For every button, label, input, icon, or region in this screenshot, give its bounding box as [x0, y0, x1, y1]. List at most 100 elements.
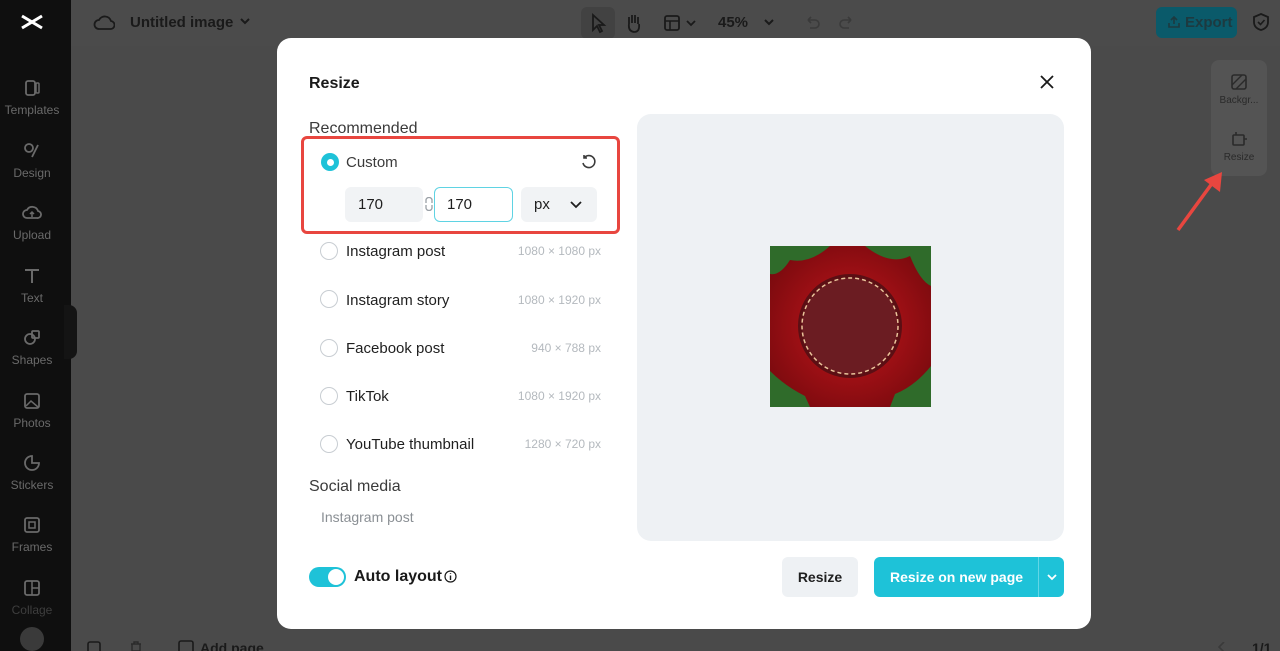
- app-logo-icon[interactable]: [18, 10, 46, 34]
- add-page-button[interactable]: Add page: [200, 640, 264, 651]
- preset-radio[interactable]: [320, 290, 338, 308]
- custom-radio[interactable]: [321, 153, 339, 171]
- auto-layout-label: Auto layout: [354, 568, 442, 585]
- layout-icon: [664, 15, 696, 31]
- preset-size: 1080 × 1920 px: [517, 293, 601, 307]
- cloud-save-icon[interactable]: [93, 12, 115, 34]
- prev-page-icon[interactable]: [1216, 642, 1228, 651]
- preset-size: 1280 × 720 px: [524, 437, 601, 451]
- preset-label[interactable]: TikTok: [346, 388, 389, 405]
- redo-icon[interactable]: [838, 13, 856, 31]
- sidebar-item-stickers[interactable]: Stickers: [0, 453, 64, 503]
- preset-radio[interactable]: [320, 242, 338, 260]
- collage-icon: [24, 580, 40, 596]
- dialog-title: Resize: [309, 75, 360, 92]
- resize-icon: [1232, 132, 1247, 146]
- right-tool-panel: Backgr... Resize: [1211, 60, 1267, 176]
- export-label: Export: [1185, 14, 1233, 31]
- sidebar-item-text[interactable]: Text: [0, 266, 64, 316]
- sidebar-item-label: Templates: [4, 103, 60, 117]
- preset-label[interactable]: Facebook post: [346, 340, 444, 357]
- height-input[interactable]: [434, 187, 513, 222]
- design-icon: [24, 143, 39, 158]
- resize-button[interactable]: Resize: [782, 557, 858, 597]
- page-count: 1/1: [1252, 640, 1272, 651]
- hand-tool-button[interactable]: [618, 7, 650, 39]
- frames-icon: [24, 517, 40, 533]
- photos-icon: [24, 393, 40, 409]
- resize-dialog: Resize Recommended Custom px Instagram p…: [277, 38, 1091, 629]
- text-icon: [25, 269, 39, 283]
- add-page-icon[interactable]: [178, 640, 194, 651]
- sidebar-item-label: Design: [13, 166, 51, 180]
- aspect-lock-icon[interactable]: [425, 197, 433, 211]
- close-icon[interactable]: [1037, 72, 1057, 92]
- preset-radio[interactable]: [320, 339, 338, 357]
- social-media-heading: Social media: [309, 478, 401, 495]
- layout-tool-button[interactable]: [658, 7, 700, 39]
- shapes-icon: [24, 330, 40, 345]
- preset-label[interactable]: Instagram post: [346, 243, 445, 260]
- upload-icon: [22, 205, 42, 219]
- preset-label[interactable]: Instagram story: [346, 292, 449, 309]
- sidebar-item-label: Photos: [13, 416, 51, 430]
- resize-label: Resize: [1223, 152, 1255, 163]
- info-icon[interactable]: [444, 570, 457, 583]
- preset-radio[interactable]: [320, 387, 338, 405]
- stickers-icon: [24, 455, 40, 471]
- background-icon: [1231, 74, 1247, 90]
- sidebar-item-label: Text: [20, 291, 43, 305]
- export-icon: [1168, 15, 1180, 28]
- sidebar-item-photos[interactable]: Photos: [0, 391, 64, 441]
- sidebar-item-label: Shapes: [11, 353, 53, 367]
- document-title[interactable]: Untitled image: [130, 14, 233, 31]
- sidebar-item-shapes[interactable]: Shapes: [0, 328, 64, 378]
- preset-radio[interactable]: [320, 435, 338, 453]
- export-button[interactable]: Export: [1156, 7, 1237, 38]
- sidebar-item-design[interactable]: Design: [0, 141, 64, 191]
- preset-size: 940 × 788 px: [531, 341, 601, 355]
- chevron-down-icon: [570, 201, 582, 209]
- preview-area: [637, 114, 1064, 541]
- trash-icon[interactable]: [128, 641, 144, 651]
- preset-size: 1080 × 1080 px: [517, 244, 601, 258]
- pages-icon[interactable]: [86, 641, 102, 651]
- sidebar-item-label: Frames: [11, 540, 53, 554]
- resize-options-dropdown[interactable]: [1038, 557, 1064, 597]
- auto-layout-toggle[interactable]: [309, 567, 346, 587]
- undo-icon[interactable]: [803, 13, 821, 31]
- sidebar-item-label: Upload: [12, 228, 52, 242]
- templates-icon: [25, 80, 40, 96]
- unit-value: px: [534, 196, 550, 213]
- annotation-arrow-icon: [1176, 172, 1222, 232]
- unit-select[interactable]: px: [521, 187, 597, 222]
- cursor-icon: [592, 12, 607, 34]
- sidebar-item-label: Collage: [11, 603, 53, 617]
- width-input[interactable]: [345, 187, 423, 222]
- sidebar-item-upload[interactable]: Upload: [0, 203, 64, 253]
- sidebar-item-collage[interactable]: Collage: [0, 578, 64, 628]
- chevron-down-icon[interactable]: [238, 14, 252, 28]
- design-thumbnail: [770, 246, 931, 407]
- resize-panel-button[interactable]: Resize: [1211, 130, 1267, 163]
- resize-new-page-button[interactable]: Resize on new page: [874, 557, 1064, 597]
- more-button[interactable]: [20, 627, 44, 651]
- select-tool-button[interactable]: [581, 7, 615, 39]
- sidebar-item-frames[interactable]: Frames: [0, 515, 64, 565]
- sidebar-item-label: Stickers: [10, 478, 54, 492]
- background-button[interactable]: Backgr...: [1211, 73, 1267, 106]
- shield-icon[interactable]: [1252, 12, 1270, 32]
- left-sidebar: Templates Design Upload Text Shapes Phot…: [0, 0, 71, 651]
- preset-size: 1080 × 1920 px: [517, 389, 601, 403]
- sidebar-collapse-handle[interactable]: [64, 305, 77, 359]
- background-label: Backgr...: [1219, 95, 1259, 106]
- chevron-down-icon: [1047, 574, 1057, 581]
- sidebar-item-templates[interactable]: Templates: [0, 78, 64, 128]
- social-item[interactable]: Instagram post: [321, 509, 414, 525]
- zoom-chevron-icon[interactable]: [762, 15, 776, 29]
- preset-label[interactable]: YouTube thumbnail: [346, 436, 474, 453]
- zoom-level[interactable]: 45%: [718, 14, 748, 31]
- custom-label: Custom: [346, 154, 398, 171]
- reset-icon[interactable]: [580, 153, 597, 170]
- hand-icon: [627, 15, 641, 33]
